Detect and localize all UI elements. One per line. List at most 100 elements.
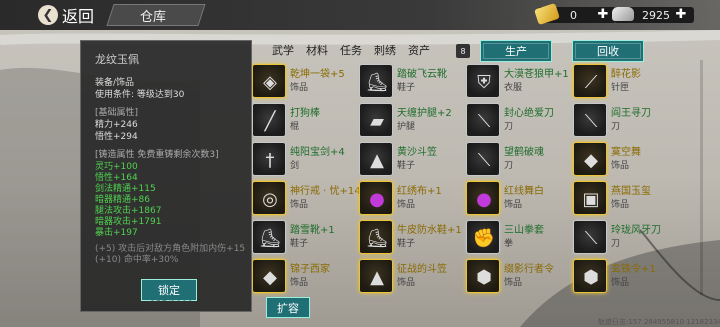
blade-icon: ⟍ bbox=[573, 220, 607, 254]
tab-badge: 8 bbox=[456, 44, 470, 58]
item-name: 燕国玉玺 bbox=[611, 186, 651, 197]
category-tabs: 武学 材料 任务 刺绣 资产 bbox=[272, 42, 442, 62]
lock-label: 锁定 bbox=[158, 284, 180, 297]
grid-scrollbar[interactable] bbox=[700, 60, 703, 295]
ornament-icon: ◆ bbox=[252, 259, 286, 293]
item-name: 征战的斗笠 bbox=[397, 264, 447, 275]
item-glyph: ⛨ bbox=[477, 71, 491, 93]
item-name: 天缠护腿+2 bbox=[397, 108, 452, 119]
item-category: 刀 bbox=[611, 122, 621, 132]
ring-icon: ◎ bbox=[252, 181, 286, 215]
seal-icon: ▣ bbox=[573, 181, 607, 215]
silver-amount: 2925 bbox=[642, 8, 670, 22]
ornament-icon: ◆ bbox=[573, 142, 607, 176]
gauntlet-icon: ✊ bbox=[466, 220, 500, 254]
item-name: 踏雪靴+1 bbox=[290, 225, 335, 236]
item-name: 寞空舞 bbox=[611, 147, 641, 158]
item-category: 剑 bbox=[290, 161, 300, 171]
produce-label: 生产 bbox=[505, 45, 527, 58]
item-requirement: 使用条件: 等级达到30 bbox=[95, 90, 185, 100]
expand-button[interactable]: 扩容 bbox=[266, 297, 310, 318]
armor-icon: ⛨ bbox=[466, 64, 500, 98]
tab-embroidery[interactable]: 刺绣 bbox=[374, 42, 396, 62]
item-category: 饰品 bbox=[611, 161, 630, 171]
back-label: 返回 bbox=[62, 7, 95, 26]
lock-button[interactable]: 锁定 bbox=[141, 279, 197, 301]
item-glyph: ● bbox=[476, 188, 492, 210]
tab-assets[interactable]: 资产 bbox=[408, 42, 430, 62]
item-name: 打狗棒 bbox=[290, 108, 320, 119]
inventory-item[interactable]: ⬢ 缀影行者令饰品 bbox=[466, 257, 576, 303]
recycle-label: 回收 bbox=[597, 45, 619, 58]
item-glyph: ✊ bbox=[472, 227, 496, 249]
inventory-item[interactable]: ▲ 征战的斗笠 饰品 bbox=[359, 257, 469, 303]
item-glyph: ⟍ bbox=[584, 227, 598, 249]
add-gold-icon[interactable]: ✚ bbox=[596, 8, 610, 22]
item-category: 刀 bbox=[504, 161, 514, 171]
tab-materials[interactable]: 材料 bbox=[306, 42, 328, 62]
item-glyph: ◎ bbox=[262, 188, 278, 210]
item-glyph: ◆ bbox=[263, 266, 277, 288]
item-glyph: ▲ bbox=[370, 266, 384, 288]
item-category: 护腿 bbox=[397, 122, 416, 132]
item-name: 踏破飞云靴 bbox=[397, 69, 447, 80]
item-name: 乾坤一袋+5 bbox=[290, 69, 345, 80]
item-category: 饰品 bbox=[504, 278, 523, 288]
item-category: 鞋子 bbox=[397, 161, 416, 171]
gold-currency: 0 ✚ bbox=[534, 2, 616, 26]
item-glyph: ◈ bbox=[263, 71, 277, 93]
recycle-button[interactable]: 回收 bbox=[572, 40, 644, 62]
add-silver-icon[interactable]: ✚ bbox=[674, 8, 688, 22]
item-category: 鞋子 bbox=[397, 83, 416, 93]
item-name: 玄铁令+1 bbox=[611, 264, 656, 275]
bottom-info: 轨迹日志:157 284955810 12182334 bbox=[598, 318, 720, 326]
item-name: 红绣布+1 bbox=[397, 186, 442, 197]
item-glyph: ╱ bbox=[264, 110, 276, 132]
item-glyph: ⟍ bbox=[477, 110, 491, 132]
orb-icon: ● bbox=[466, 181, 500, 215]
back-button[interactable]: ❮ 返回 bbox=[38, 3, 94, 27]
produce-button[interactable]: 生产 bbox=[480, 40, 552, 62]
item-glyph: ⛸ bbox=[365, 227, 389, 249]
needle-icon: ⟋ bbox=[573, 64, 607, 98]
blade-icon: ⟍ bbox=[466, 103, 500, 137]
item-category: 饰品 bbox=[290, 278, 309, 288]
item-category: 饰品 bbox=[504, 200, 523, 210]
item-name: 望鹤破魂 bbox=[504, 147, 544, 158]
token-icon: ⬢ bbox=[466, 259, 500, 293]
item-name: 纯阳宝剑+4 bbox=[290, 147, 345, 158]
item-name: 缀影行者令 bbox=[504, 264, 554, 275]
orb-icon: ● bbox=[359, 181, 393, 215]
blade-icon: ⟍ bbox=[573, 103, 607, 137]
item-category: 饰品 bbox=[290, 83, 309, 93]
item-name: 封心绝爱刀 bbox=[504, 108, 554, 119]
item-glyph: ⛸ bbox=[365, 71, 389, 93]
item-glyph: ▣ bbox=[582, 188, 600, 210]
item-category: 刀 bbox=[611, 239, 621, 249]
item-name: 黄沙斗笠 bbox=[397, 147, 437, 158]
item-category: 鞋子 bbox=[397, 239, 416, 249]
item-glyph: ⛸ bbox=[258, 227, 282, 249]
back-arrow-icon: ❮ bbox=[38, 5, 58, 25]
token-icon: ⬢ bbox=[573, 259, 607, 293]
gold-amount: 0 bbox=[570, 8, 577, 22]
inventory-item[interactable]: ⬢ 玄铁令+1 饰品 bbox=[573, 257, 683, 303]
item-name: 阎王寻刀 bbox=[611, 108, 651, 119]
item-category: 饰品 bbox=[611, 278, 630, 288]
pouch-icon: ◈ bbox=[252, 64, 286, 98]
page-title: 仓库 bbox=[140, 10, 167, 25]
boots-icon: ⛸ bbox=[252, 220, 286, 254]
item-category: 饰品 bbox=[611, 200, 630, 210]
gold-ingot-icon bbox=[534, 2, 560, 26]
item-name: 大漠苍狼甲+1 bbox=[504, 69, 569, 80]
capacity-count: 157/1000 bbox=[150, 300, 194, 310]
item-glyph: ⟍ bbox=[584, 110, 598, 132]
item-name: 红线舞白 bbox=[504, 186, 544, 197]
item-grid: ◈ 乾坤一袋+5 饰品 ⛸ 踏破飞云靴 鞋子 ⛨ 大漠苍狼甲+1 衣服 ⟋ 醉花影 针匣 ╱ 打狗棒棍 ▰ 天… bbox=[252, 62, 692, 293]
tab-quests[interactable]: 任务 bbox=[340, 42, 362, 62]
item-category: 拳 bbox=[504, 239, 514, 249]
item-name: 玲珑风牙刀 bbox=[611, 225, 661, 236]
item-category: 刀 bbox=[504, 122, 514, 132]
tab-martial[interactable]: 武学 bbox=[272, 42, 294, 62]
bonus-line: (+10) 命中率+30% bbox=[95, 255, 179, 265]
